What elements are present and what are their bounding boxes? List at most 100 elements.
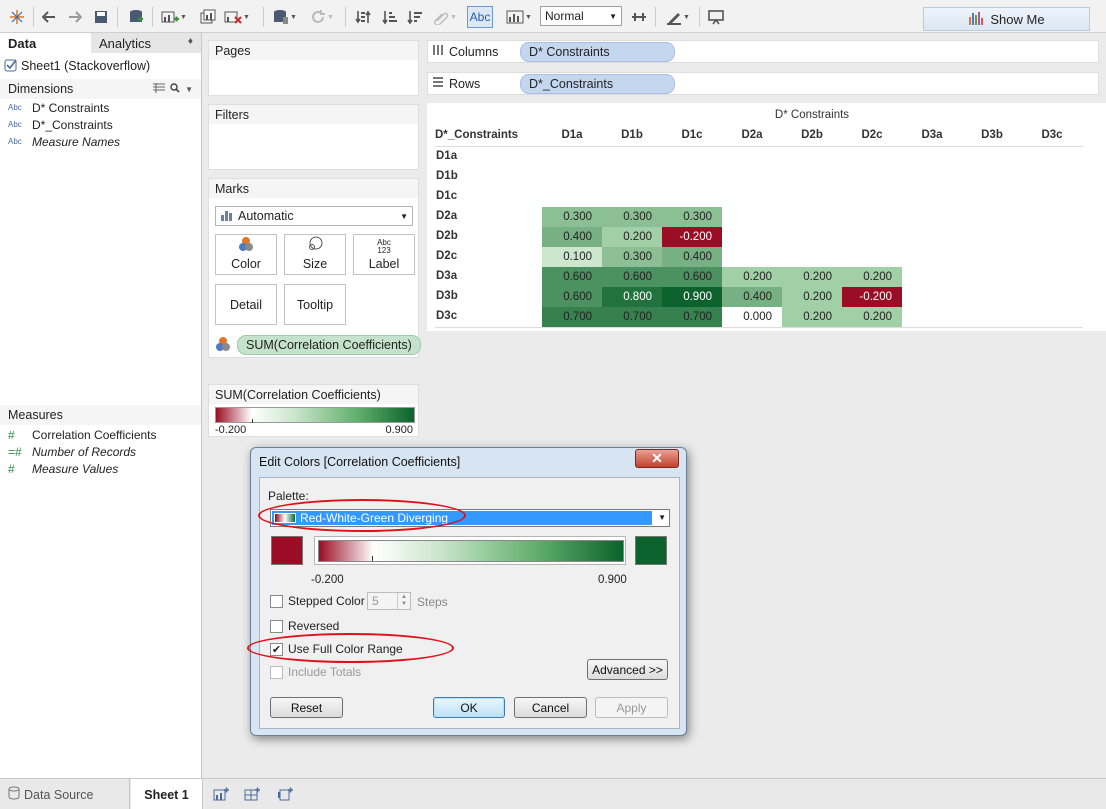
heatmap-cell[interactable]: 0.800	[602, 287, 662, 307]
heatmap-cell[interactable]: 0.100	[542, 247, 602, 267]
heatmap-cell[interactable]: -0.200	[662, 227, 722, 247]
pages-card[interactable]: Pages	[208, 40, 419, 96]
measure-measure-values[interactable]: # Measure Values	[0, 460, 201, 477]
dimension-d-star-constraints[interactable]: Abc D* Constraints	[0, 99, 201, 116]
include-totals-option[interactable]: Include Totals	[270, 665, 361, 679]
heatmap-cell[interactable]: 0.200	[602, 227, 662, 247]
tab-data[interactable]: Data	[0, 33, 91, 53]
reset-button[interactable]: Reset	[270, 697, 343, 718]
heatmap-cell[interactable]: 0.700	[662, 307, 722, 327]
heatmap-cell[interactable]: 0.600	[542, 287, 602, 307]
measure-number-of-records[interactable]: =# Number of Records	[0, 443, 201, 460]
row-header-d3a[interactable]: D3a	[436, 270, 536, 282]
palette-dropdown[interactable]: Red-White-Green Diverging ▼	[270, 509, 670, 527]
use-full-color-range-option[interactable]: ✔ Use Full Color Range	[270, 642, 403, 656]
apply-button[interactable]: Apply	[595, 697, 668, 718]
columns-shelf[interactable]: Columns D* Constraints	[427, 40, 1099, 63]
row-header-d1b[interactable]: D1b	[436, 170, 536, 182]
heatmap-cell[interactable]: 0.400	[722, 287, 782, 307]
dimension-measure-names[interactable]: Abc Measure Names	[0, 133, 201, 150]
sheet-1-tab[interactable]: Sheet 1	[131, 779, 203, 809]
heatmap-cell[interactable]: 0.300	[662, 207, 722, 227]
measure-correlation-coefficients[interactable]: # Correlation Coefficients	[0, 426, 201, 443]
sort-descending-icon[interactable]	[405, 6, 425, 28]
row-header-d2a[interactable]: D2a	[436, 210, 536, 222]
marks-label-button[interactable]: Abc 123 Label	[353, 234, 415, 275]
pause-updates-icon[interactable]: ▼	[270, 6, 300, 28]
stepped-color-option[interactable]: Stepped Color	[270, 594, 365, 608]
new-worksheet-icon[interactable]: ▼	[160, 6, 188, 28]
close-button[interactable]: ✕	[635, 449, 679, 468]
filters-card[interactable]: Filters	[208, 104, 419, 170]
column-header-d1c[interactable]: D1c	[662, 129, 722, 141]
marks-tooltip-button[interactable]: Tooltip	[284, 284, 346, 325]
heatmap-cell[interactable]: 0.400	[662, 247, 722, 267]
color-field-pill[interactable]: SUM(Correlation Coefficients)	[237, 335, 421, 355]
color-legend[interactable]: SUM(Correlation Coefficients) -0.200 0.9…	[208, 384, 419, 437]
reversed-option[interactable]: Reversed	[270, 619, 339, 633]
redo-icon[interactable]	[66, 6, 84, 28]
row-header-d1a[interactable]: D1a	[436, 150, 536, 162]
heatmap-cell[interactable]: 0.300	[542, 207, 602, 227]
heatmap-cell[interactable]: 0.700	[602, 307, 662, 327]
fix-axes-icon[interactable]	[628, 6, 650, 28]
undo-icon[interactable]	[40, 6, 58, 28]
new-story-tab-icon[interactable]	[277, 787, 293, 802]
data-source-tab[interactable]: Data Source	[0, 779, 130, 809]
marks-detail-button[interactable]: Detail	[215, 284, 277, 325]
column-header-d2a[interactable]: D2a	[722, 129, 782, 141]
tab-analytics[interactable]: Analytics ♦	[91, 33, 201, 53]
duplicate-sheet-icon[interactable]	[198, 6, 218, 28]
ok-button[interactable]: OK	[433, 697, 505, 718]
new-datasource-icon[interactable]	[126, 6, 146, 28]
column-header-d3b[interactable]: D3b	[962, 129, 1022, 141]
row-header-d3b[interactable]: D3b	[436, 290, 536, 302]
clear-sheet-icon[interactable]: ▼	[222, 6, 252, 28]
sort-ascending-icon[interactable]	[380, 6, 400, 28]
dimensions-menu-icon[interactable]: ▼	[185, 85, 193, 94]
heatmap-cell[interactable]: 0.700	[542, 307, 602, 327]
dimension-d-star-underscore-constraints[interactable]: Abc D*_Constraints	[0, 116, 201, 133]
heatmap-cell[interactable]: 0.200	[842, 307, 902, 327]
show-mark-labels-button[interactable]: Abc	[467, 6, 493, 28]
column-header-d3c[interactable]: D3c	[1022, 129, 1082, 141]
save-icon[interactable]	[92, 6, 110, 28]
viz-canvas[interactable]: D* Constraints D*_Constraints D1a D1b D1c D…	[427, 103, 1106, 331]
heatmap-cell[interactable]: 0.600	[602, 267, 662, 287]
include-totals-checkbox[interactable]	[270, 665, 283, 679]
refresh-icon[interactable]: ▼	[307, 6, 337, 28]
heatmap-cell[interactable]: 0.200	[722, 267, 782, 287]
heatmap-cell[interactable]: 0.200	[782, 307, 842, 327]
heatmap-cell[interactable]: -0.200	[842, 287, 902, 307]
cancel-button[interactable]: Cancel	[514, 697, 587, 718]
mark-type-dropdown[interactable]: Automatic ▼	[215, 206, 413, 226]
column-header-d2c[interactable]: D2c	[842, 129, 902, 141]
heatmap-cell[interactable]: 0.200	[782, 287, 842, 307]
row-header-d1c[interactable]: D1c	[436, 190, 536, 202]
column-header-d1b[interactable]: D1b	[602, 129, 662, 141]
new-dashboard-tab-icon[interactable]	[244, 787, 260, 802]
stepped-color-checkbox[interactable]	[270, 594, 283, 608]
use-full-color-range-checkbox[interactable]: ✔	[270, 642, 283, 656]
marks-color-button[interactable]: Color	[215, 234, 277, 275]
heatmap-cell[interactable]: 0.200	[782, 267, 842, 287]
row-header-d2b[interactable]: D2b	[436, 230, 536, 242]
steps-input[interactable]: 5 ▲ ▼	[367, 592, 411, 610]
rows-shelf[interactable]: Rows D*_Constraints	[427, 72, 1099, 95]
group-members-icon[interactable]: ▼	[430, 6, 460, 28]
tableau-logo-icon[interactable]	[6, 6, 28, 28]
heatmap-cell[interactable]: 0.200	[842, 267, 902, 287]
fit-dropdown[interactable]: Normal ▼	[540, 6, 622, 26]
presentation-mode-icon[interactable]	[705, 6, 727, 28]
totals-icon[interactable]: ▼	[503, 6, 535, 28]
row-header-d3c[interactable]: D3c	[436, 310, 536, 322]
column-header-d3a[interactable]: D3a	[902, 129, 962, 141]
row-header-d2c[interactable]: D2c	[436, 250, 536, 262]
steps-spinner-icon[interactable]: ▲ ▼	[397, 593, 410, 609]
advanced-button[interactable]: Advanced >>	[587, 659, 668, 680]
pane-menu-icon[interactable]: ♦	[188, 36, 193, 50]
start-color-swatch[interactable]	[271, 536, 303, 565]
heatmap-cell[interactable]: 0.300	[602, 207, 662, 227]
new-worksheet-tab-icon[interactable]	[213, 787, 229, 802]
columns-pill[interactable]: D* Constraints	[520, 41, 675, 62]
